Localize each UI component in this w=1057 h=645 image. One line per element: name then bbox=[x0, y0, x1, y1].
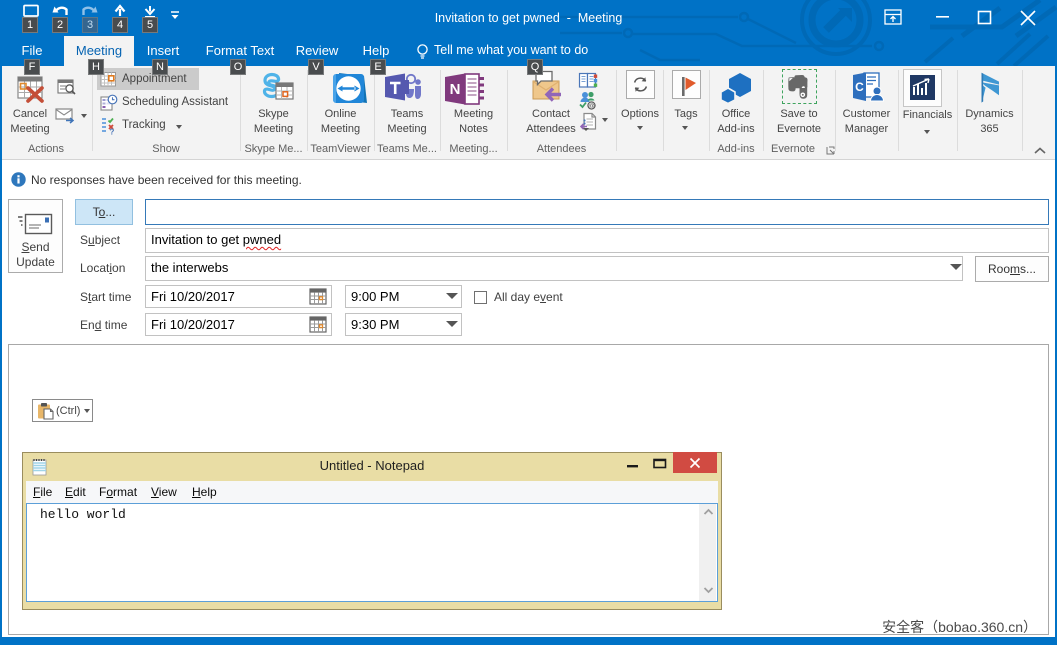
svg-text:@: @ bbox=[588, 103, 595, 110]
svg-text:N: N bbox=[450, 81, 461, 98]
svg-text:C: C bbox=[855, 80, 864, 94]
svg-text:?: ? bbox=[110, 128, 115, 136]
